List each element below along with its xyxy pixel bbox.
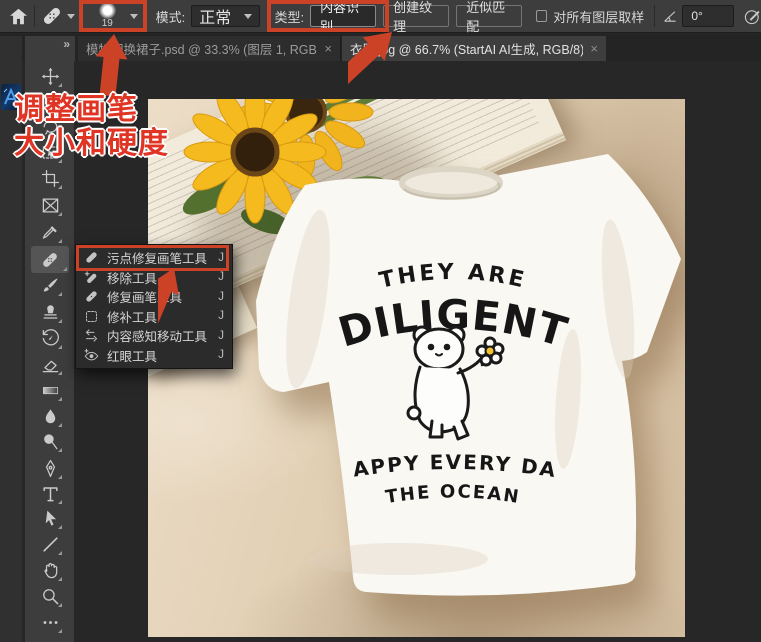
- magnifier-icon: [42, 589, 58, 605]
- edit-toolbar-icon: [41, 638, 60, 642]
- print-line-4: THE OCEAN: [384, 481, 520, 508]
- sample-all-layers-label: 对所有图层取样: [553, 9, 645, 25]
- tool-edit-toolbar[interactable]: [36, 635, 64, 642]
- angle-value: 0°: [691, 9, 703, 23]
- selection-arrow-icon: [45, 510, 56, 526]
- spot-healing-brush-icon: [43, 252, 57, 267]
- red-eye-icon: [84, 348, 99, 361]
- tool-zoom[interactable]: [36, 584, 64, 609]
- healing-brush-icon: [86, 291, 97, 302]
- brush-icon: [43, 278, 58, 292]
- svg-text:THEY ARE: THEY ARE: [377, 260, 529, 294]
- chevron-down-icon: [66, 13, 75, 19]
- tool-path-selection[interactable]: [36, 506, 64, 531]
- remove-tool-icon: [84, 271, 97, 283]
- line-icon: [42, 537, 58, 552]
- tool-eraser[interactable]: [36, 352, 64, 377]
- content-aware-move-icon: [85, 329, 98, 342]
- move-icon: [41, 67, 59, 86]
- plugin-dock-header: [0, 36, 22, 61]
- pen-pressure-icon: [744, 9, 760, 24]
- close-icon[interactable]: ×: [590, 41, 598, 56]
- annotation-note-line-2: 大小和硬度: [14, 126, 169, 161]
- ellipsis-icon: [43, 621, 57, 624]
- collapse-panel-button[interactable]: »: [63, 37, 70, 51]
- tool-clone-stamp[interactable]: [36, 300, 64, 325]
- tool-more[interactable]: [36, 610, 64, 635]
- frame-icon: [42, 198, 58, 213]
- photoshop-window: 19 模式: 正常 类型: 内容识别 创建纹理 近似匹配 对所有图层取样 0°: [0, 0, 761, 642]
- pen-icon: [45, 459, 55, 478]
- separator: [34, 5, 35, 27]
- tool-line[interactable]: [36, 532, 64, 557]
- mode-label: 模式:: [155, 9, 186, 25]
- annotation-arrow-menu: [158, 268, 179, 360]
- tool-frame[interactable]: [36, 193, 64, 218]
- current-tool-button[interactable]: [41, 5, 75, 27]
- home-button[interactable]: [9, 8, 28, 25]
- tool-gradient[interactable]: [36, 378, 64, 403]
- eraser-icon: [42, 360, 58, 373]
- dodge-icon: [43, 434, 57, 450]
- separator: [654, 5, 656, 27]
- history-brush-icon: [42, 329, 59, 346]
- annotation-note-line-1: 调整画笔: [14, 92, 138, 127]
- annotation-arrow-brush: [95, 34, 128, 97]
- annotation-box-type: [267, 0, 389, 32]
- spot-healing-brush-icon: [43, 7, 60, 25]
- crop-icon: [41, 169, 59, 188]
- type-icon: [42, 487, 58, 502]
- home-icon: [10, 8, 27, 24]
- close-icon[interactable]: ×: [324, 41, 332, 56]
- sample-all-layers-checkbox[interactable]: [536, 10, 548, 22]
- tool-type[interactable]: [36, 481, 64, 506]
- svg-text:THE OCEAN: THE OCEAN: [384, 481, 522, 508]
- chevron-down-icon: [244, 13, 253, 19]
- blur-drop-icon: [45, 409, 55, 424]
- type-proximity-match-button[interactable]: 近似匹配: [456, 0, 523, 34]
- eyedropper-icon: [42, 226, 57, 239]
- clone-stamp-icon: [43, 305, 57, 319]
- pen-pressure-button[interactable]: [744, 8, 761, 25]
- angle-icon: [664, 10, 676, 22]
- mode-value: 正常: [199, 10, 232, 27]
- tool-spot-healing-brush[interactable]: [31, 246, 69, 273]
- gradient-icon: [42, 386, 58, 395]
- annotation-arrow-type: [348, 32, 392, 101]
- tool-hand[interactable]: [36, 558, 64, 583]
- tool-pen[interactable]: [36, 456, 64, 481]
- patch-tool-icon: [86, 310, 97, 322]
- print-line-1: THEY ARE: [377, 260, 526, 294]
- bear-illustration: [406, 325, 505, 441]
- tool-eyedropper[interactable]: [36, 220, 64, 245]
- tool-brush[interactable]: [36, 273, 64, 298]
- tool-crop[interactable]: [36, 166, 64, 191]
- annotation-note: 调整画笔 大小和硬度: [14, 93, 169, 161]
- type-create-texture-button[interactable]: 创建纹理: [383, 0, 450, 34]
- tool-history-brush[interactable]: [36, 326, 64, 351]
- mode-dropdown[interactable]: 正常: [191, 5, 261, 27]
- annotation-box-brush-size: [79, 0, 147, 32]
- tool-move[interactable]: [36, 64, 64, 89]
- toolbox-header: »: [25, 36, 75, 61]
- angle-input[interactable]: 0°: [682, 5, 734, 27]
- hand-icon: [43, 563, 57, 579]
- tool-dodge[interactable]: [36, 429, 64, 454]
- tool-blur[interactable]: [36, 404, 64, 429]
